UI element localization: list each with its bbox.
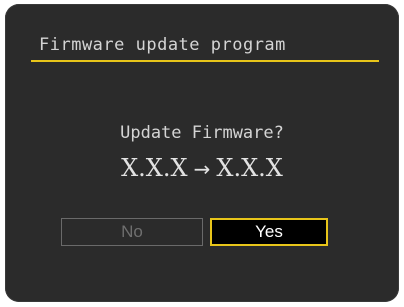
firmware-update-screen: Firmware update program Update Firmware?… — [5, 4, 399, 302]
version-change: X.X.X → X.X.X — [5, 154, 399, 183]
title-underline — [31, 60, 379, 62]
dialog-title: Firmware update program — [39, 35, 286, 55]
new-version: X.X.X — [216, 154, 283, 182]
yes-button[interactable]: Yes — [210, 218, 328, 246]
no-button[interactable]: No — [61, 218, 203, 246]
current-version: X.X.X — [121, 154, 188, 182]
arrow-right-icon: → — [193, 157, 211, 181]
update-question: Update Firmware? — [120, 123, 284, 143]
